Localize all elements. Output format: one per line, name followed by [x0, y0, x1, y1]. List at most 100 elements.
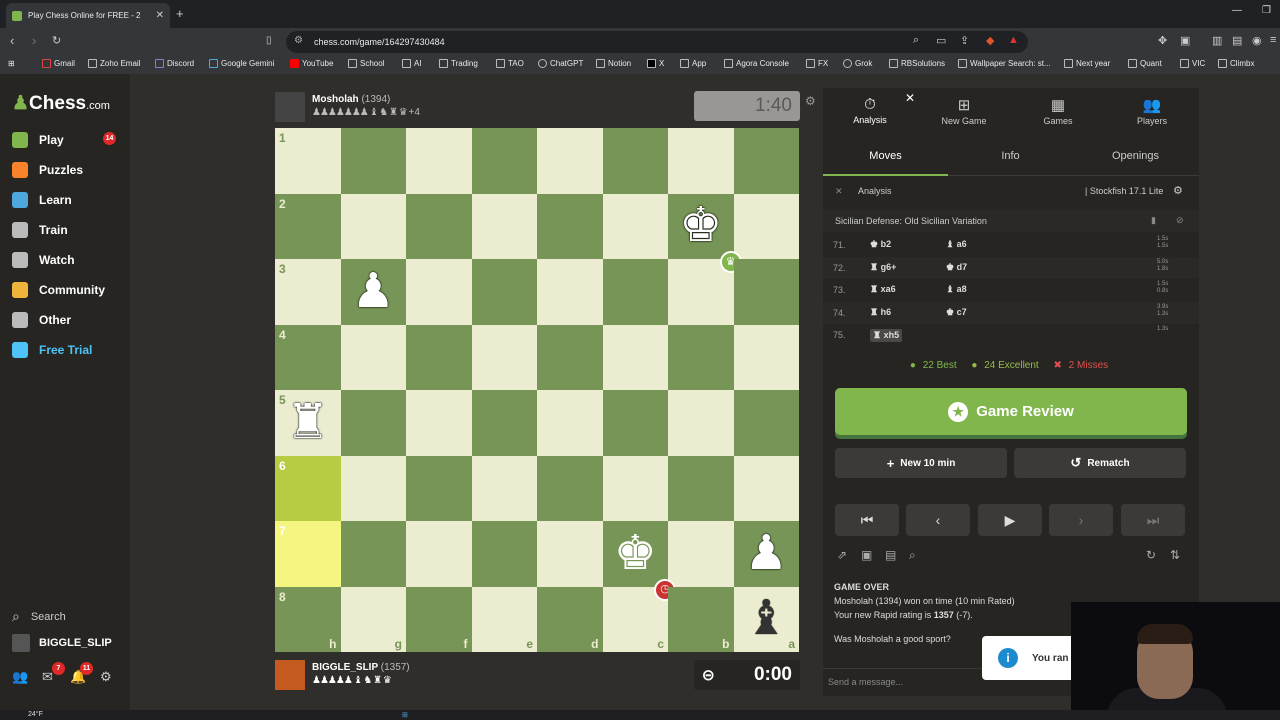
square-h8[interactable]: 8h — [275, 586, 341, 652]
square-e5[interactable] — [471, 390, 537, 456]
square-b7[interactable] — [668, 521, 734, 587]
sidebar-toggle-icon[interactable]: ▥ — [1212, 34, 1222, 47]
bookmark-climbx[interactable]: Climbx — [1218, 59, 1254, 68]
black-move[interactable]: ♝ a6 — [946, 239, 967, 250]
square-a8[interactable]: a ♝ — [733, 586, 799, 652]
rematch-button[interactable]: ↺ Rematch — [1014, 448, 1186, 478]
square-d3[interactable] — [537, 259, 603, 325]
square-f2[interactable] — [406, 193, 472, 259]
square-b1[interactable] — [668, 128, 734, 194]
new-tab-icon[interactable]: + — [176, 6, 184, 21]
square-b3[interactable]: ♛ — [668, 251, 742, 325]
square-b6[interactable] — [668, 455, 734, 521]
square-f6[interactable] — [406, 455, 472, 521]
play-button[interactable]: ▶ — [978, 504, 1042, 536]
cast-icon[interactable]: ▭ — [936, 34, 946, 47]
sidebar-item-play[interactable]: Play — [12, 132, 64, 148]
square-a6[interactable] — [733, 455, 799, 521]
tab-openings[interactable]: Openings — [1073, 150, 1198, 162]
square-f8[interactable]: f — [406, 586, 472, 652]
square-e4[interactable] — [471, 324, 537, 390]
book-icon[interactable]: ▮ — [1151, 215, 1156, 226]
engine-settings-icon[interactable]: ⚙ — [1173, 184, 1183, 197]
square-h6[interactable]: 6 — [275, 455, 341, 521]
chess-piece[interactable]: ♚ — [614, 529, 657, 578]
opponent-name[interactable]: Mosholah (1394) — [312, 94, 390, 105]
bookmark-zoho[interactable]: Zoho Email — [88, 59, 140, 68]
square-b4[interactable] — [668, 324, 734, 390]
tab-games[interactable]: ▦ Games — [1011, 96, 1105, 126]
tab-new-game[interactable]: ⊞ New Game — [917, 96, 1011, 126]
square-b2[interactable]: ♚ — [668, 193, 734, 259]
bookmark-wallpaper[interactable]: Wallpaper Search: st... — [958, 59, 1051, 68]
refresh-icon[interactable]: ↻ — [1146, 548, 1156, 562]
close-analysis-icon[interactable]: ✕ — [835, 186, 843, 197]
square-e1[interactable] — [471, 128, 537, 194]
square-d7[interactable] — [537, 521, 603, 587]
square-d4[interactable] — [537, 324, 603, 390]
site-info-icon[interactable]: ⚙ — [294, 35, 303, 46]
bookmark-school[interactable]: School — [348, 59, 384, 68]
square-c4[interactable] — [602, 324, 668, 390]
bookmark-discord[interactable]: Discord — [155, 59, 194, 68]
close-tab-icon[interactable]: ✕ — [156, 10, 164, 21]
square-f1[interactable] — [406, 128, 472, 194]
square-d1[interactable] — [537, 128, 603, 194]
square-f5[interactable] — [406, 390, 472, 456]
chess-piece[interactable]: ♝ — [745, 595, 788, 643]
sidebar-search[interactable]: ⌕ Search — [12, 608, 66, 625]
white-move[interactable]: ♜ xa6 — [870, 284, 896, 295]
last-move-button[interactable]: ⏭ — [1121, 504, 1185, 536]
square-g8[interactable]: g — [340, 586, 406, 652]
bookmark-ai[interactable]: AI — [402, 59, 422, 68]
game-review-button[interactable]: ★ Game Review — [835, 388, 1187, 435]
zoom-icon[interactable]: ⌕ — [913, 34, 919, 47]
square-c7[interactable]: ♚ — [602, 521, 668, 587]
reload-icon[interactable]: ↻ — [52, 34, 61, 47]
square-g1[interactable] — [340, 128, 406, 194]
prev-move-button[interactable]: ‹ — [906, 504, 970, 536]
bookmark-youtube[interactable]: YouTube — [290, 59, 333, 68]
chess-board[interactable]: 1 2 ♚ 3 ♟ ♛ 4 5 ♜ 6 7 ♚ ♟ 8 h g f e d c ◷ b a ♝ — [275, 128, 799, 652]
player-name[interactable]: BIGGLE_SLIP (1357) — [312, 662, 410, 673]
tab-players[interactable]: 👥 Players — [1105, 96, 1199, 126]
square-b8[interactable]: b — [668, 586, 734, 652]
square-a4[interactable] — [733, 324, 799, 390]
bookmark-next-year[interactable]: Next year — [1064, 59, 1110, 68]
square-c8[interactable]: c ◷ — [602, 578, 676, 652]
next-move-button[interactable]: › — [1049, 504, 1113, 536]
square-h5[interactable]: 5 ♜ — [275, 390, 341, 456]
forward-icon[interactable]: › — [32, 33, 36, 48]
square-f4[interactable] — [406, 324, 472, 390]
back-icon[interactable]: ‹ — [10, 33, 14, 48]
profile-icon[interactable]: ◉ — [1252, 34, 1262, 47]
square-g7[interactable] — [340, 521, 406, 587]
bookmark-trading[interactable]: Trading — [439, 59, 478, 68]
square-g2[interactable] — [340, 193, 406, 259]
start-icon[interactable]: ⊞ — [402, 711, 408, 719]
square-h4[interactable]: 4 — [275, 324, 341, 390]
board-settings-icon[interactable]: ⚙ — [805, 94, 816, 108]
square-a3[interactable] — [733, 259, 799, 325]
square-a1[interactable] — [733, 128, 799, 194]
square-a5[interactable] — [733, 390, 799, 456]
white-move[interactable]: ♜ h6 — [870, 307, 891, 318]
flip-board-icon[interactable]: ⇅ — [1170, 548, 1180, 562]
black-move[interactable]: ♚ d7 — [946, 262, 967, 273]
square-d6[interactable] — [537, 455, 603, 521]
bookmark-gmail[interactable]: Gmail — [42, 59, 75, 68]
square-g6[interactable] — [340, 455, 406, 521]
share-icon[interactable]: ⇪ — [960, 34, 969, 47]
sidebar-item-train[interactable]: Train — [12, 222, 68, 238]
bookmark-x[interactable]: X — [647, 59, 664, 68]
square-c1[interactable] — [602, 128, 668, 194]
camera-icon[interactable]: ▣ — [861, 548, 872, 562]
apps-icon[interactable]: ⊞ — [8, 59, 15, 68]
opponent-avatar[interactable] — [275, 92, 305, 122]
tab-analysis[interactable]: ⏱ Analysis — [823, 96, 917, 125]
black-move[interactable]: ♝ a8 — [946, 284, 967, 295]
bookmark-grok[interactable]: Grok — [843, 59, 872, 68]
square-g3[interactable]: ♟ — [340, 259, 406, 325]
square-h3[interactable]: 3 — [275, 259, 341, 325]
square-a7[interactable]: ♟ — [733, 521, 799, 587]
